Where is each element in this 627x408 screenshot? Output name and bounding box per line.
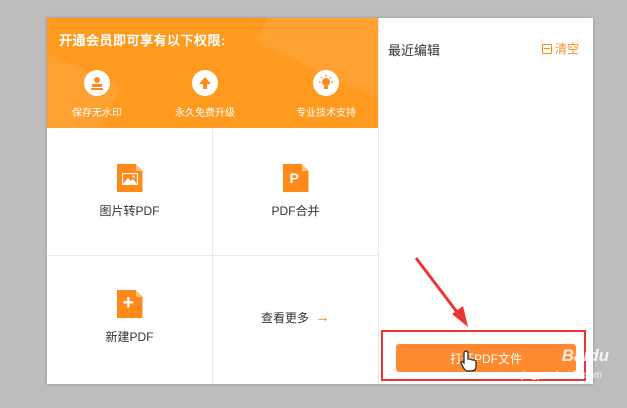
hand-cursor-icon (460, 350, 477, 372)
watermark-url: jingyan.baidu.com (521, 370, 602, 381)
red-arrow-annotation (414, 257, 468, 327)
baidu-watermark: Baidu (561, 346, 609, 365)
